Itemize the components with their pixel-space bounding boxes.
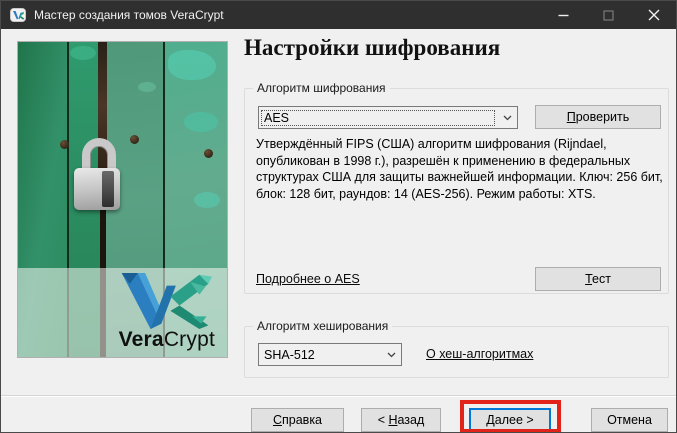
- chevron-down-icon: [497, 115, 517, 121]
- help-button[interactable]: Справка: [251, 408, 344, 432]
- back-button-mnemonic: Н: [388, 413, 397, 427]
- help-button-mnemonic: С: [273, 413, 282, 427]
- more-about-aes-link[interactable]: Подробнее о AES: [256, 272, 360, 286]
- next-button-label: алее >: [495, 413, 534, 427]
- next-button[interactable]: Далее >: [469, 408, 551, 432]
- veracrypt-logo-text: VeraCrypt: [119, 329, 215, 351]
- paint-patch: [194, 192, 220, 208]
- help-button-label: правка: [282, 413, 322, 427]
- hash-info-link[interactable]: О хеш-алгоритмах: [426, 347, 533, 361]
- veracrypt-wizard-window: Мастер создания томов VeraCrypt: [0, 0, 677, 433]
- page-title: Настройки шифрования: [244, 35, 500, 61]
- padlock-marking: [102, 171, 114, 207]
- bolt: [204, 149, 213, 158]
- paint-patch: [184, 112, 218, 132]
- algorithm-description: Утверждённый FIPS (США) алгоритм шифрова…: [256, 136, 664, 202]
- hash-group-label: Алгоритм хеширования: [253, 319, 392, 333]
- logo-text-regular: Crypt: [164, 328, 215, 351]
- maximize-button: [586, 1, 631, 29]
- paint-patch: [138, 82, 156, 92]
- encryption-algorithm-combobox[interactable]: AES: [258, 106, 518, 129]
- back-button-label: азад: [398, 413, 425, 427]
- bolt: [130, 135, 139, 144]
- bolt: [60, 140, 69, 149]
- test-button-label: ест: [592, 272, 611, 286]
- paint-patch: [70, 46, 96, 60]
- close-button[interactable]: [631, 1, 676, 29]
- next-button-mnemonic: Д: [486, 413, 494, 427]
- verify-button-mnemonic: П: [567, 110, 576, 124]
- minimize-button[interactable]: [541, 1, 586, 29]
- logo-text-bold: Vera: [119, 328, 164, 351]
- test-button-mnemonic: Т: [585, 272, 592, 286]
- hash-algorithm-group: Алгоритм хеширования SHA-512 О хеш-алгор…: [244, 326, 669, 378]
- window-title: Мастер создания томов VeraCrypt: [34, 8, 541, 22]
- padlock-body: [74, 168, 120, 210]
- maximize-icon: [603, 10, 614, 21]
- verify-button[interactable]: Проверить: [535, 105, 661, 129]
- close-icon: [648, 9, 660, 21]
- titlebar[interactable]: Мастер создания томов VeraCrypt: [1, 1, 676, 29]
- wizard-banner-door-photo: VeraCrypt: [17, 41, 228, 358]
- benchmark-test-button[interactable]: Тест: [535, 267, 661, 291]
- encryption-algorithm-group: Алгоритм шифрования AES Проверить Утверж…: [244, 88, 669, 294]
- chevron-down-icon: [381, 352, 401, 358]
- veracrypt-logo-icon: [117, 273, 213, 329]
- footer-separator: [1, 395, 677, 397]
- hash-algorithm-combobox[interactable]: SHA-512: [258, 343, 402, 366]
- minimize-icon: [558, 10, 569, 21]
- encryption-group-label: Алгоритм шифрования: [253, 81, 390, 95]
- hash-algorithm-value: SHA-512: [261, 347, 379, 363]
- verify-button-label: роверить: [576, 110, 630, 124]
- paint-patch: [168, 50, 216, 80]
- back-button[interactable]: < Назад: [361, 408, 441, 432]
- veracrypt-app-icon: [10, 7, 26, 23]
- encryption-algorithm-value: AES: [261, 110, 495, 126]
- logo-overlay: VeraCrypt: [18, 268, 227, 357]
- back-button-prefix: <: [378, 413, 389, 427]
- cancel-button[interactable]: Отмена: [591, 408, 668, 432]
